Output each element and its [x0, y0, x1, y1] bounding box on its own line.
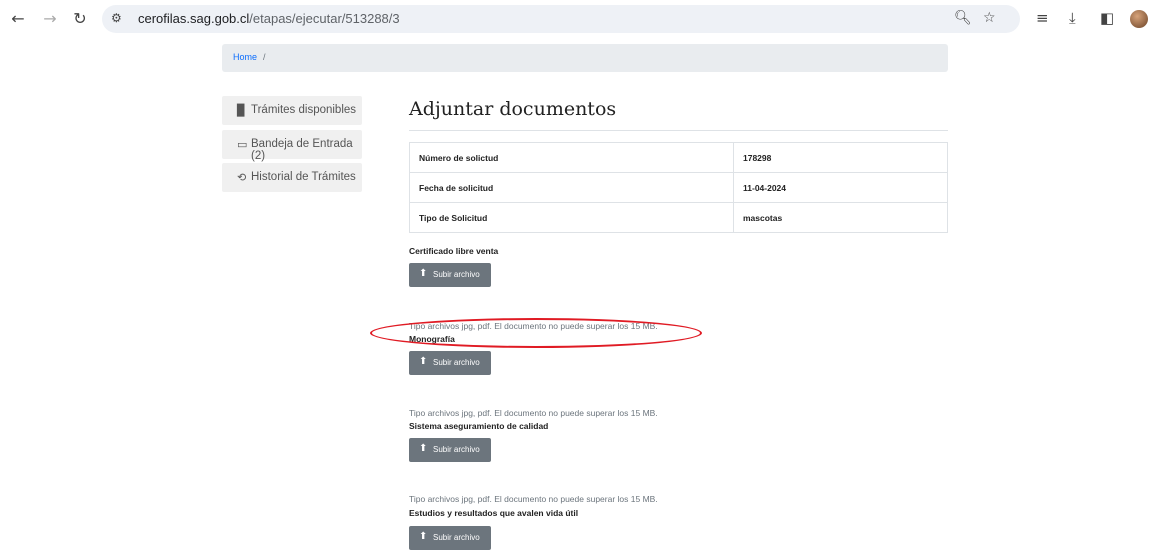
sidebar-item-label: Bandeja de Entrada (2)	[251, 138, 353, 162]
request-info-table: Número de solictud 178298 Fecha de solic…	[409, 142, 948, 233]
upload-button-monografia[interactable]: ⬆ Subir archivo	[409, 351, 491, 375]
file-icon: ▉	[237, 104, 246, 117]
upload-button-label: Subir archivo	[433, 358, 480, 367]
info-value: 11-04-2024	[733, 172, 948, 203]
upload-button-label: Subir archivo	[433, 270, 480, 279]
table-row: Tipo de Solicitud mascotas	[409, 202, 948, 233]
upload-icon: ⬆	[419, 531, 428, 542]
back-arrow-icon[interactable]: ←	[8, 9, 28, 29]
reload-icon[interactable]: ↻	[70, 9, 90, 29]
info-value: 178298	[733, 142, 948, 173]
upload-icon: ⬆	[419, 268, 428, 279]
info-label: Tipo de Solicitud	[409, 202, 734, 233]
forward-arrow-icon[interactable]: →	[40, 9, 60, 29]
page-title: Adjuntar documentos	[409, 98, 617, 120]
upload-button-label: Subir archivo	[433, 533, 480, 542]
bookmark-star-icon[interactable]: ☆	[983, 10, 996, 26]
info-label: Fecha de solicitud	[409, 172, 734, 203]
breadcrumb: Home /	[222, 44, 948, 72]
upload-button-sistema-calidad[interactable]: ⬆ Subir archivo	[409, 438, 491, 462]
browser-toolbar: ← → ↻ ⚙ cerofilas.sag.gob.cl/etapas/ejec…	[0, 0, 1154, 38]
file-help-text: Tipo archivos jpg, pdf. El documento no …	[409, 408, 658, 418]
upload-icon: ⬆	[419, 356, 428, 367]
upload-button-certificado[interactable]: ⬆ Subir archivo	[409, 263, 491, 287]
site-settings-icon[interactable]: ⚙	[111, 11, 122, 25]
history-icon: ⟲	[237, 171, 247, 184]
annotation-ellipse	[370, 318, 702, 348]
table-row: Fecha de solicitud 11-04-2024	[409, 172, 948, 203]
address-bar[interactable]: ⚙ cerofilas.sag.gob.cl/etapas/ejecutar/5…	[102, 5, 1020, 33]
inbox-icon: ▭	[237, 138, 248, 151]
table-row: Número de solictud 178298	[409, 142, 948, 173]
upload-button-estudios[interactable]: ⬆ Subir archivo	[409, 526, 491, 550]
download-icon[interactable]: ⤓	[1069, 9, 1076, 27]
zoom-icon[interactable]: 🔍︎	[954, 10, 972, 26]
profile-avatar[interactable]	[1130, 10, 1148, 28]
url-text: cerofilas.sag.gob.cl/etapas/ejecutar/513…	[138, 11, 400, 26]
sidebar-item-tramites-disponibles[interactable]: ▉ Trámites disponibles	[222, 96, 362, 125]
info-label: Número de solictud	[409, 142, 734, 173]
title-divider	[409, 130, 948, 131]
sidebar-item-label: Trámites disponibles	[251, 104, 357, 116]
reading-list-icon[interactable]: ≡	[1036, 9, 1049, 27]
upload-icon: ⬆	[419, 443, 428, 454]
document-label-certificado: Certificado libre venta	[409, 246, 499, 256]
side-panel-icon[interactable]: ◧	[1100, 9, 1114, 27]
document-label-estudios: Estudios y resultados que avalen vida út…	[409, 508, 579, 518]
sidebar-item-historial-de-tramites[interactable]: ⟲ Historial de Trámites	[222, 163, 362, 192]
breadcrumb-separator: /	[263, 52, 266, 62]
document-label-sistema-calidad: Sistema aseguramiento de calidad	[409, 421, 549, 431]
sidebar-item-bandeja-de-entrada[interactable]: ▭ Bandeja de Entrada (2)	[222, 130, 362, 162]
sidebar-item-label: Historial de Trámites	[251, 171, 356, 183]
breadcrumb-home-link[interactable]: Home	[233, 52, 257, 62]
info-value: mascotas	[733, 202, 948, 233]
file-help-text: Tipo archivos jpg, pdf. El documento no …	[409, 494, 658, 504]
upload-button-label: Subir archivo	[433, 445, 480, 454]
